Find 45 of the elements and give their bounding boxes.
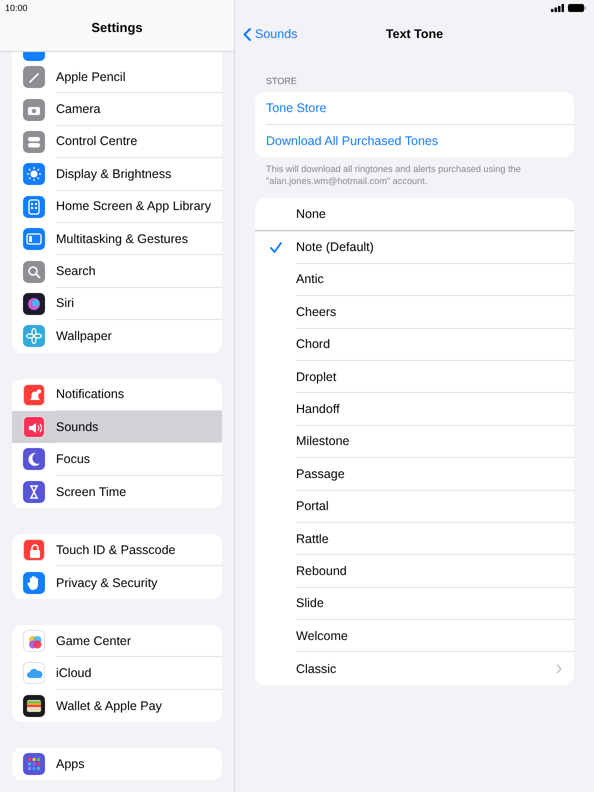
sidebar-item[interactable]: Game Center	[12, 624, 222, 658]
sidebar-item[interactable]: iCloud	[12, 657, 222, 690]
sidebar-item[interactable]: Siri	[12, 288, 222, 320]
tone-option[interactable]: Chord	[255, 328, 574, 361]
tone-option[interactable]: Antic	[255, 264, 574, 296]
tone-option[interactable]: Slide	[255, 588, 574, 620]
sidebar-item[interactable]: Screen Time	[12, 476, 222, 508]
sidebar-item[interactable]: Wallet & Apple Pay	[12, 690, 222, 722]
sidebar-item[interactable]: Apple Pencil	[12, 61, 222, 94]
back-label: Sounds	[255, 27, 298, 41]
tone-option[interactable]: Portal	[255, 490, 574, 523]
signal-icon	[551, 4, 565, 12]
battery-icon	[568, 4, 586, 12]
page-title: Text Tone	[386, 27, 444, 41]
tone-option[interactable]: Passage	[255, 458, 574, 491]
tone-option[interactable]: Milestone	[255, 426, 574, 458]
status-time: 10:00	[4, 2, 28, 15]
tone-option[interactable]: Rattle	[255, 522, 574, 556]
store-link[interactable]: Tone Store	[266, 101, 326, 115]
sidebar-item[interactable]: Privacy & Security	[12, 566, 222, 599]
section-footer: This will download all ringtones and alerts purchased using the "alan.jones.wm@hotmail.com" account.	[266, 164, 521, 186]
sidebar-item[interactable]: Search	[12, 255, 222, 288]
tone-option[interactable]: Rebound	[255, 555, 574, 588]
tone-option[interactable]: Cheers	[255, 296, 574, 329]
chevron-left-icon	[243, 28, 251, 40]
sidebar-item[interactable]: Camera	[12, 93, 222, 126]
chevron-right-icon	[556, 664, 562, 674]
sidebar-item[interactable]: Control Centre	[12, 126, 222, 158]
sidebar-item[interactable]: Focus	[12, 443, 222, 476]
tone-option[interactable]: Droplet	[255, 360, 574, 394]
sidebar-item[interactable]: Touch ID & Passcode	[12, 534, 222, 566]
tone-option[interactable]: Classic	[255, 652, 574, 685]
sidebar-item[interactable]: Apps	[12, 748, 222, 780]
sidebar-item[interactable]: Multitasking & Gestures	[12, 222, 222, 256]
tone-option[interactable]: None	[255, 198, 574, 232]
sidebar-item[interactable]: Display & Brightness	[12, 158, 222, 191]
sidebar-title: Settings	[91, 20, 143, 35]
tone-option[interactable]: Welcome	[255, 620, 574, 652]
tone-option[interactable]: Handoff	[255, 393, 574, 426]
section-header: STORE	[266, 76, 297, 86]
sidebar-item[interactable]: Home Screen & App Library	[12, 190, 222, 223]
sidebar-item[interactable]: Sounds	[12, 410, 222, 444]
tone-option[interactable]: Note (Default)	[255, 231, 574, 264]
sidebar-item[interactable]: Wallpaper	[12, 320, 222, 353]
store-link[interactable]: Download All Purchased Tones	[266, 134, 438, 148]
